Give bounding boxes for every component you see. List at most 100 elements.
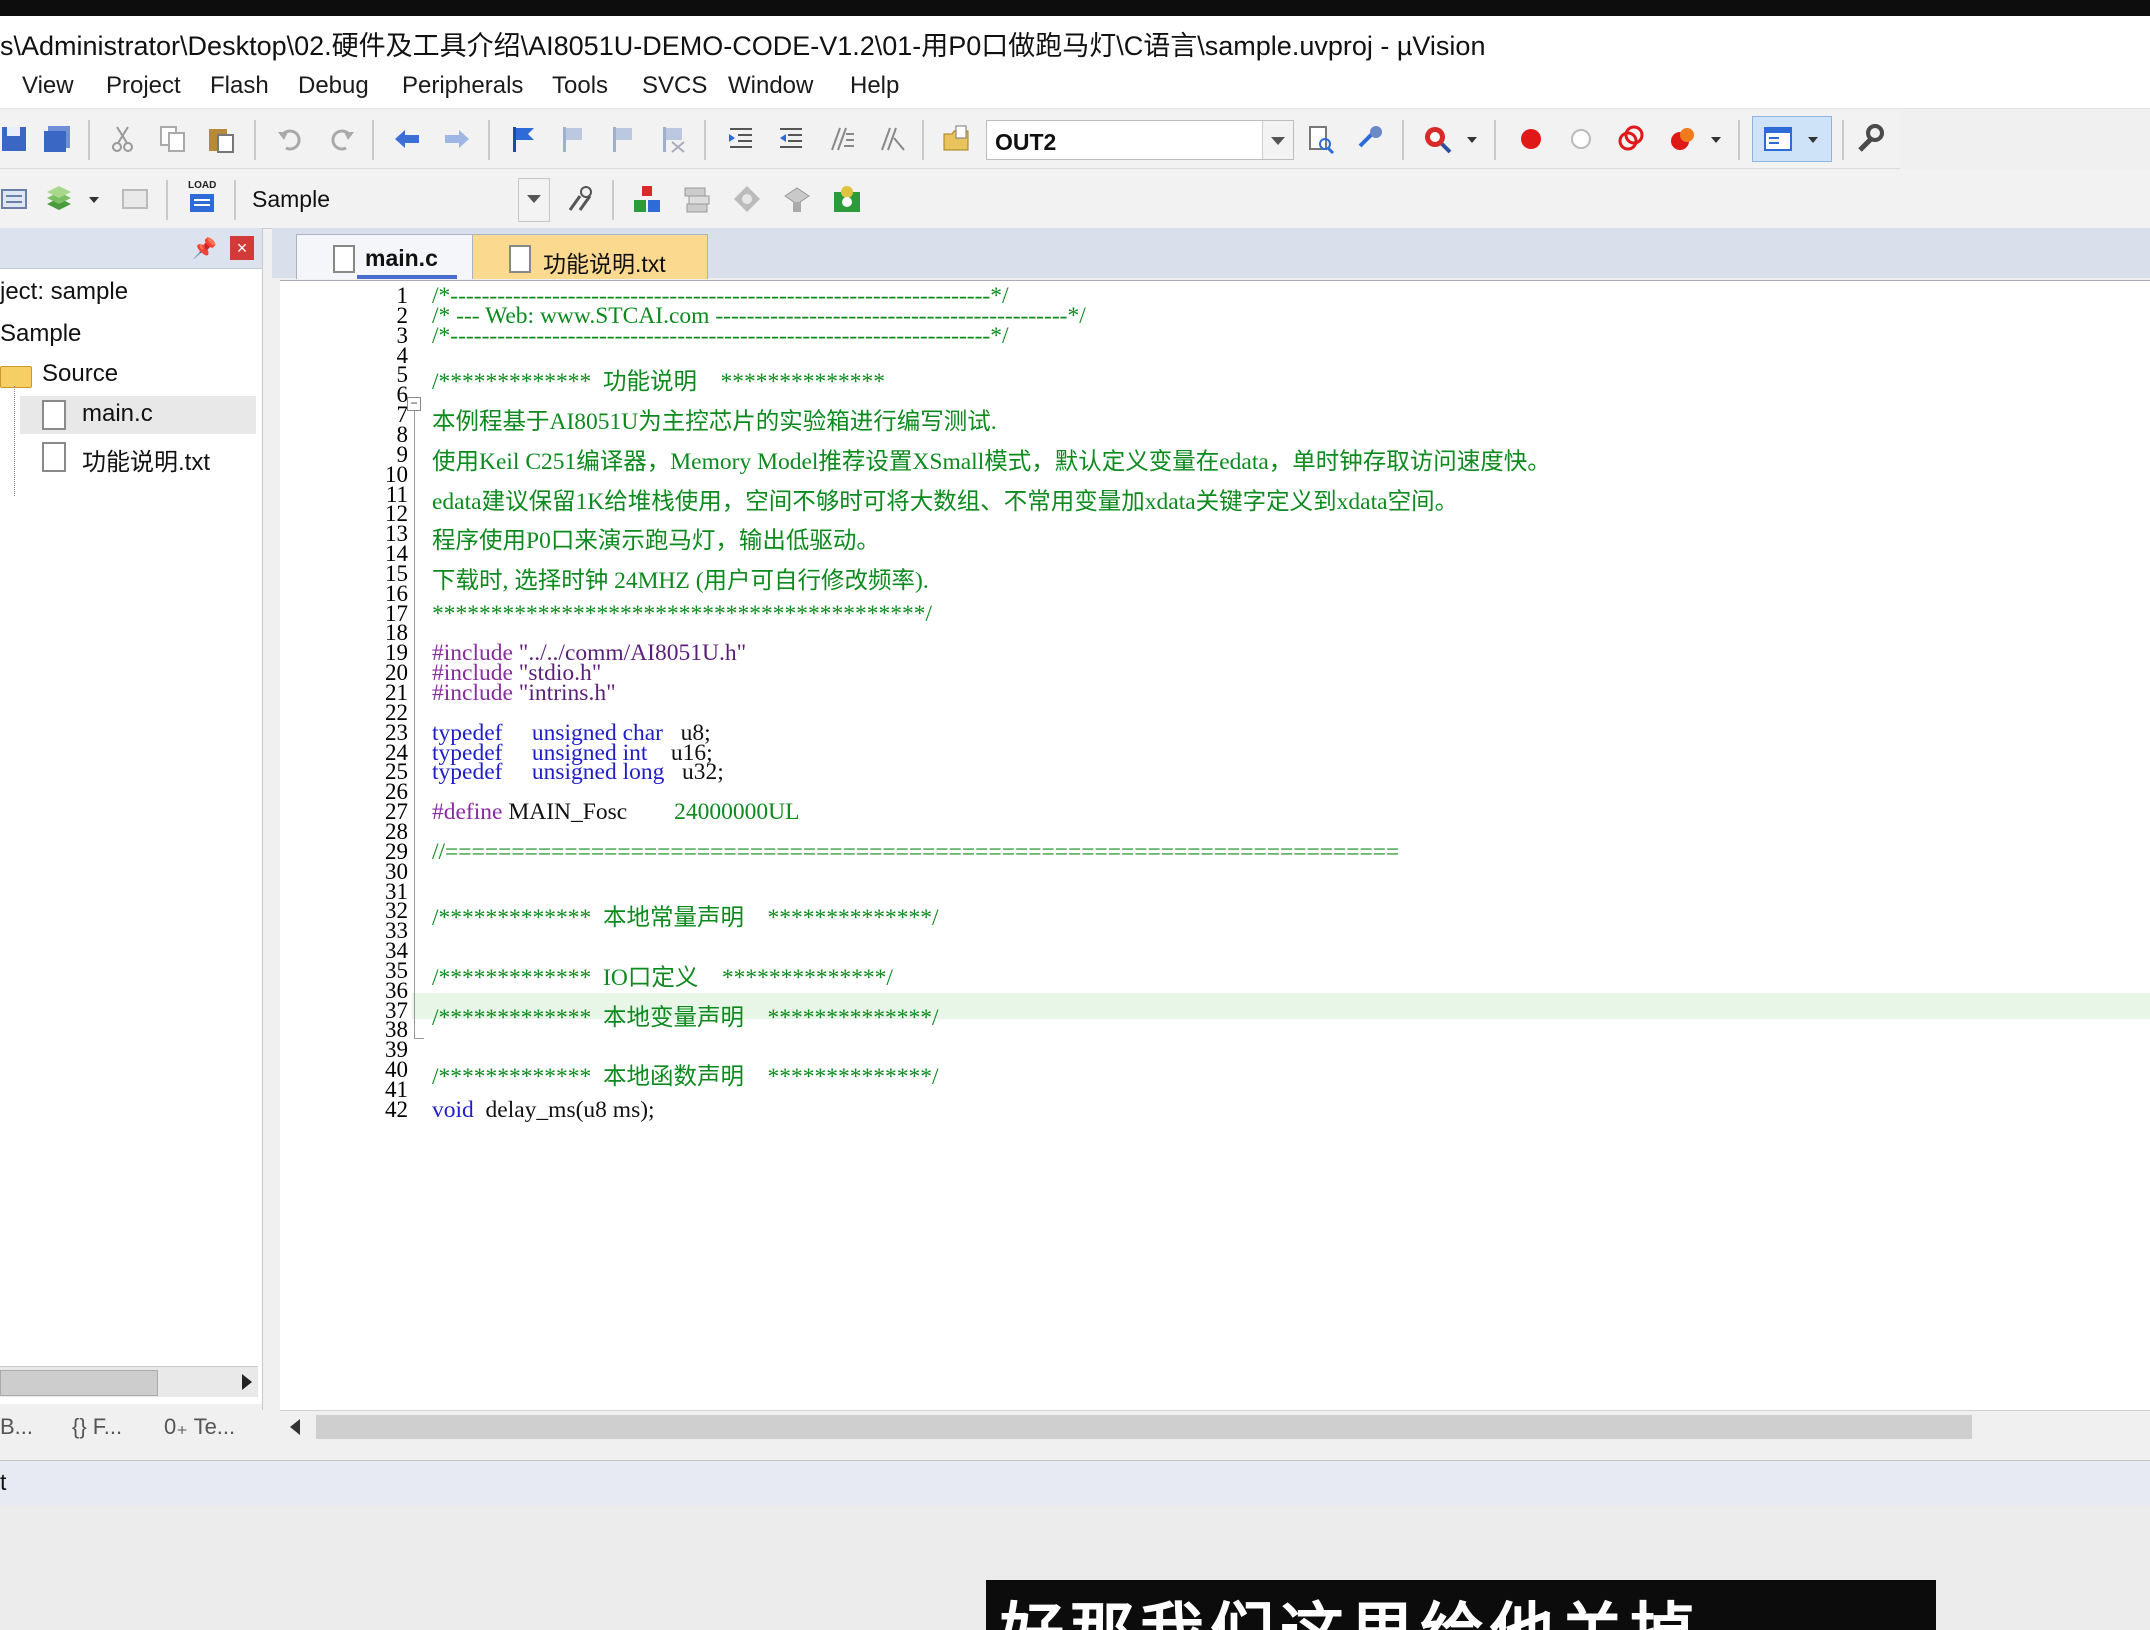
- scroll-thumb[interactable]: [316, 1415, 1972, 1439]
- breakpoint-disable-all-icon[interactable]: [1616, 124, 1646, 154]
- code-line: 下载时, 选择时钟 24MHZ (用户可自行修改频率).: [432, 567, 929, 594]
- find-combo-value: OUT2: [995, 129, 1057, 155]
- line-number-gutter: 1 2 3 4 5 6 7 8 9 10 11 12 13 14 15 16 17 18 19 20 21 22 23 24 2…: [280, 281, 408, 1411]
- pack-installer-icon[interactable]: [782, 184, 812, 214]
- debug-session-icon[interactable]: [1422, 124, 1452, 154]
- save-all-icon[interactable]: [42, 124, 72, 154]
- select-packs-icon[interactable]: [682, 184, 712, 214]
- source-group[interactable]: Source: [42, 360, 118, 388]
- menu-peripherals[interactable]: Peripherals: [402, 72, 523, 100]
- toolbar-separator: [1494, 120, 1496, 160]
- breakpoint-dropdown-icon[interactable]: [1708, 124, 1724, 154]
- menu-view[interactable]: View: [22, 72, 74, 100]
- configure-icon[interactable]: [1854, 124, 1884, 154]
- download-load-label: LOAD: [188, 180, 217, 191]
- scroll-right-icon[interactable]: [242, 1374, 252, 1390]
- toolbar-separator: [1402, 120, 1404, 160]
- build-dropdown-icon[interactable]: [86, 184, 102, 214]
- menu-tools[interactable]: Tools: [552, 72, 608, 100]
- undo-icon[interactable]: [276, 124, 306, 154]
- file-icon: [42, 442, 66, 472]
- toolbar-separator: [704, 120, 706, 160]
- editor-hscrollbar[interactable]: [280, 1410, 2150, 1443]
- project-panel: 📌 × ject: sample Sample Source main.c 功能…: [0, 228, 263, 1410]
- toolbar-separator: [488, 120, 490, 160]
- menu-help[interactable]: Help: [850, 72, 899, 100]
- breakpoint-insert-icon[interactable]: [1516, 124, 1546, 154]
- tab-books[interactable]: B...: [0, 1414, 33, 1440]
- find-replace-icon[interactable]: [1356, 124, 1386, 154]
- close-panel-icon[interactable]: ×: [230, 236, 254, 260]
- find-combo[interactable]: OUT2: [986, 120, 1294, 160]
- navigate-back-icon[interactable]: [392, 124, 422, 154]
- scroll-thumb[interactable]: [0, 1370, 158, 1396]
- tab-main-c[interactable]: main.c: [296, 234, 494, 279]
- breakpoint-kill-all-icon[interactable]: [1668, 124, 1698, 154]
- tab-readme[interactable]: 功能说明.txt: [472, 234, 708, 279]
- fold-line: [414, 411, 415, 1039]
- window-layout-icon: [1764, 127, 1792, 151]
- pin-icon[interactable]: 📌: [192, 236, 217, 261]
- menu-debug[interactable]: Debug: [298, 72, 369, 100]
- status-bar: t: [0, 1460, 2150, 1505]
- code-line: ****************************************…: [432, 600, 933, 627]
- cut-icon[interactable]: [108, 124, 138, 154]
- find-in-files-icon[interactable]: [942, 124, 972, 154]
- unindent-icon[interactable]: [776, 124, 806, 154]
- bookmark-prev-icon[interactable]: [558, 124, 588, 154]
- folder-icon: [0, 366, 32, 388]
- code-line: #define MAIN_Fosc 24000000UL: [432, 799, 800, 826]
- code-editor[interactable]: 1 2 3 4 5 6 7 8 9 10 11 12 13 14 15 16 17 18 19 20 21 22 23 24 2…: [280, 280, 2150, 1411]
- project-root[interactable]: ject: sample: [0, 278, 128, 306]
- bookmark-toggle-icon[interactable]: [508, 124, 538, 154]
- save-icon[interactable]: [0, 124, 30, 154]
- rte-icon[interactable]: [832, 184, 862, 214]
- navigate-forward-icon[interactable]: [442, 124, 472, 154]
- scroll-left-icon[interactable]: [290, 1419, 300, 1435]
- translate-icon[interactable]: [0, 184, 30, 214]
- window-layout-button[interactable]: [1752, 116, 1832, 162]
- uncomment-icon[interactable]: [876, 124, 906, 154]
- bookmark-next-icon[interactable]: [608, 124, 638, 154]
- breakpoint-disable-icon[interactable]: [1566, 124, 1596, 154]
- paste-icon[interactable]: [206, 124, 236, 154]
- video-subtitle: 好那我们这里给他关掉: [1000, 1582, 1700, 1630]
- incremental-find-icon[interactable]: [1306, 124, 1336, 154]
- menu-project[interactable]: Project: [106, 72, 181, 100]
- project-hscrollbar[interactable]: [0, 1366, 258, 1397]
- code-line: 程序使用P0口来演示跑马灯，输出低驱动。: [432, 528, 880, 555]
- toolbar-separator: [372, 120, 374, 160]
- code-line: void delay_ms(u8 ms);: [432, 1096, 655, 1123]
- manage-project-items-icon[interactable]: [632, 184, 662, 214]
- batch-build-icon[interactable]: [120, 184, 150, 214]
- code-line: #include "intrins.h": [432, 680, 616, 706]
- menu-svcs[interactable]: SVCS: [642, 72, 707, 100]
- build-icon[interactable]: [44, 184, 74, 214]
- menu-window[interactable]: Window: [728, 72, 813, 100]
- menu-flash[interactable]: Flash: [210, 72, 269, 100]
- tab-templates[interactable]: 0₊ Te...: [164, 1414, 235, 1440]
- download-button[interactable]: LOAD: [186, 180, 220, 220]
- code-line: /*--------------------------------------…: [432, 322, 1009, 349]
- file-node-main-c[interactable]: main.c: [20, 396, 256, 434]
- manage-components-icon[interactable]: [732, 184, 762, 214]
- comment-icon[interactable]: [826, 124, 856, 154]
- toolbar-separator: [88, 120, 90, 160]
- find-combo-dropdown-icon[interactable]: [1262, 121, 1293, 159]
- target-select-dropdown-icon[interactable]: [518, 178, 550, 222]
- file-node-readme[interactable]: 功能说明.txt: [20, 438, 256, 476]
- debug-dropdown-icon[interactable]: [1464, 124, 1480, 154]
- target-select-value: Sample: [252, 186, 330, 212]
- code-line: /************* IO口定义 **************/: [432, 964, 893, 991]
- target-select[interactable]: Sample: [244, 178, 550, 222]
- redo-icon[interactable]: [326, 124, 356, 154]
- target-node[interactable]: Sample: [0, 320, 81, 348]
- code-line: edata建议保留1K给堆栈使用，空间不够时可将大数组、不常用变量加xdata关…: [432, 488, 1459, 515]
- bookmark-clear-icon[interactable]: [658, 124, 688, 154]
- copy-icon[interactable]: [158, 124, 188, 154]
- tab-functions[interactable]: {} F...: [72, 1414, 122, 1440]
- target-options-icon[interactable]: [566, 184, 596, 214]
- indent-icon[interactable]: [726, 124, 756, 154]
- build-toolbar: LOAD Sample: [0, 170, 2150, 229]
- fold-collapse-icon[interactable]: −: [407, 397, 421, 411]
